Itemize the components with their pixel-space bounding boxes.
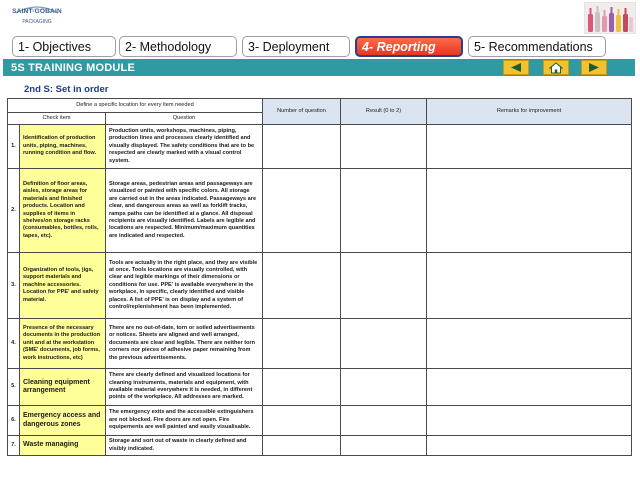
home-icon (549, 61, 563, 73)
question-text: Storage areas, pedestrian areas and pass… (105, 168, 263, 253)
tab-methodology[interactable]: 2- Methodology (119, 36, 237, 57)
result-cell[interactable] (340, 368, 427, 406)
table-row: 4. Presence of the necessary documents i… (7, 318, 632, 369)
result-cell[interactable] (340, 435, 427, 456)
remarks-cell[interactable] (426, 318, 632, 369)
table-row: 1. Identification of production units, p… (7, 124, 632, 169)
header-question: Question (105, 112, 263, 125)
remarks-cell[interactable] (426, 435, 632, 456)
number-cell[interactable] (262, 405, 341, 436)
bottles-image (583, 1, 637, 35)
module-bar: 5S TRAINING MODULE (3, 59, 635, 76)
header-remarks: Remarks for improvement (426, 98, 632, 125)
number-cell[interactable] (262, 124, 341, 169)
table-row: 3. Organization of tools, jigs, support … (7, 252, 632, 319)
number-cell[interactable] (262, 252, 341, 319)
section-heading: 2nd S: Set in order (24, 84, 109, 95)
navigation-tabs: 1- Objectives 2- Methodology 3- Deployme… (0, 36, 640, 58)
row-number: 7. (7, 435, 20, 456)
module-title: 5S TRAINING MODULE (11, 61, 135, 74)
number-cell[interactable] (262, 168, 341, 253)
remarks-cell[interactable] (426, 252, 632, 319)
check-item: Cleaning equipment arrangement (19, 368, 106, 406)
header-number: Number of question (262, 98, 341, 125)
question-text: There are no out-of-date, torn or soiled… (105, 318, 263, 369)
remarks-cell[interactable] (426, 124, 632, 169)
row-number: 6. (7, 405, 20, 436)
row-number: 2. (7, 168, 20, 253)
tab-recommendations[interactable]: 5- Recommendations (468, 36, 606, 57)
question-text: The emergency exits and the accessible e… (105, 405, 263, 436)
table-row: 5. Cleaning equipment arrangement There … (7, 368, 632, 406)
result-cell[interactable] (340, 252, 427, 319)
table-row: 2. Definition of floor areas, aisles, st… (7, 168, 632, 253)
remarks-cell[interactable] (426, 168, 632, 253)
row-number: 3. (7, 252, 20, 319)
result-cell[interactable] (340, 405, 427, 436)
remarks-cell[interactable] (426, 368, 632, 406)
check-item: Definition of floor areas, aisles, stora… (19, 168, 106, 253)
number-cell[interactable] (262, 435, 341, 456)
header-main: Define a specific location for every ite… (7, 98, 263, 113)
check-item: Identification of production units, pipi… (19, 124, 106, 169)
question-text: Tools are actually in the right place, a… (105, 252, 263, 319)
question-text: Production units, workshops, machines, p… (105, 124, 263, 169)
tab-reporting[interactable]: 4- Reporting (355, 36, 463, 57)
saint-gobain-logo: SAINT-GOBAIN PACKAGING (6, 4, 66, 32)
result-cell[interactable] (340, 124, 427, 169)
number-cell[interactable] (262, 368, 341, 406)
previous-button[interactable] (503, 60, 529, 75)
result-cell[interactable] (340, 318, 427, 369)
remarks-cell[interactable] (426, 405, 632, 436)
table-row: 7. Waste managing Storage and sort out o… (7, 435, 632, 456)
tab-objectives[interactable]: 1- Objectives (12, 36, 116, 57)
row-number: 1. (7, 124, 20, 169)
check-item: Emergency access and dangerous zones (19, 405, 106, 436)
result-cell[interactable] (340, 168, 427, 253)
arrow-right-icon (589, 63, 599, 72)
header-check-item: Check item (7, 112, 106, 125)
check-item: Waste managing (19, 435, 106, 456)
table-row: 6. Emergency access and dangerous zones … (7, 405, 632, 436)
logo-brand: SAINT-GOBAIN (12, 8, 62, 15)
header-result: Result (0 to 2) (340, 98, 427, 125)
tab-deployment[interactable]: 3- Deployment (242, 36, 350, 57)
row-number: 5. (7, 368, 20, 406)
logo-division: PACKAGING (22, 19, 52, 25)
row-number: 4. (7, 318, 20, 369)
checklist-table: Define a specific location for every ite… (7, 98, 632, 456)
question-text: Storage and sort out of waste in clearly… (105, 435, 263, 456)
home-button[interactable] (543, 60, 569, 75)
check-item: Organization of tools, jigs, support mat… (19, 252, 106, 319)
number-cell[interactable] (262, 318, 341, 369)
next-button[interactable] (581, 60, 607, 75)
question-text: There are clearly defined and visualized… (105, 368, 263, 406)
arrow-left-icon (511, 63, 521, 72)
check-item: Presence of the necessary documents in t… (19, 318, 106, 369)
